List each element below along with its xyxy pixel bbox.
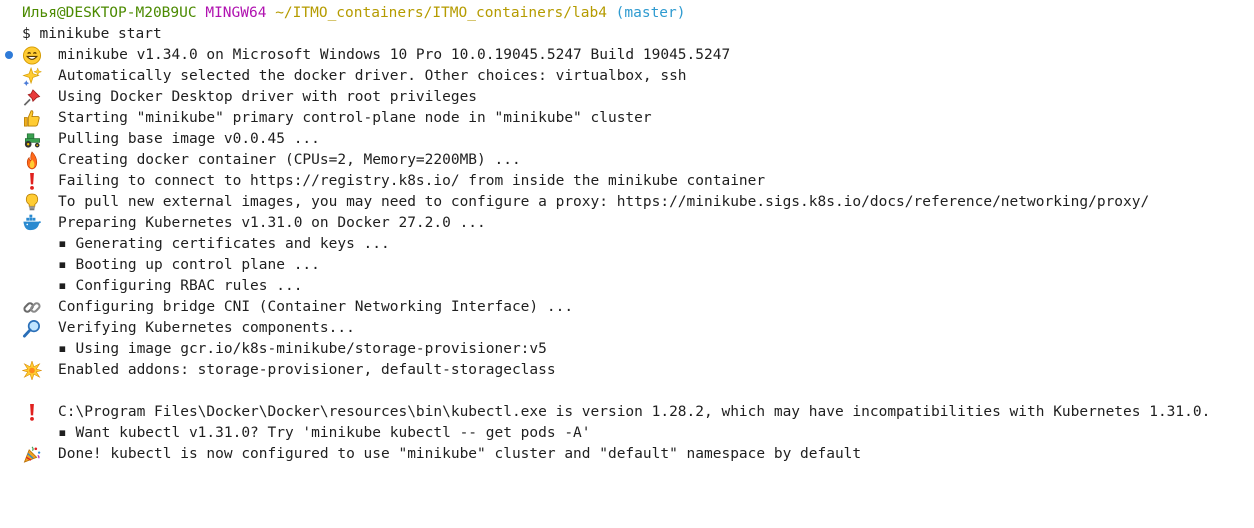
command-input: minikube start: [39, 26, 162, 42]
output-subline: ▪ Booting up control plane ...: [0, 255, 320, 276]
output-text: To pull new external images, you may nee…: [58, 194, 1150, 210]
terminal-window[interactable]: Илья@DESKTOP-M20B9UC MINGW64 ~/ITMO_cont…: [0, 0, 1254, 483]
prompt-path: ~/ITMO_containers/ITMO_containers/lab4: [275, 5, 607, 21]
output-line: Preparing Kubernetes v1.31.0 on Docker 2…: [0, 213, 486, 234]
output-text: Automatically selected the docker driver…: [58, 68, 687, 84]
output-text: Creating docker container (CPUs=2, Memor…: [58, 152, 521, 168]
exclamation-icon: [30, 403, 34, 421]
star-burst-icon: [22, 361, 42, 380]
link-icon: [23, 302, 41, 313]
magnifier-icon: [22, 320, 40, 338]
output-subline: ▪ Configuring RBAC rules ...: [0, 276, 302, 297]
exclamation-icon: [30, 172, 34, 190]
output-line: Enabled addons: storage-provisioner, def…: [0, 360, 556, 381]
output-line: minikube v1.34.0 on Microsoft Windows 10…: [0, 45, 730, 66]
smile-icon: [22, 46, 42, 65]
thumbs-up-icon: [24, 110, 40, 127]
party-icon: [23, 446, 41, 463]
command-line: $ minikube start: [0, 24, 162, 59]
output-text: Pulling base image v0.0.45 ...: [58, 131, 320, 147]
output-line: To pull new external images, you may nee…: [0, 192, 1149, 213]
output-subline: ▪ Using image gcr.io/k8s-minikube/storag…: [0, 339, 547, 360]
output-text: C:\Program Files\Docker\Docker\resources…: [58, 404, 1211, 420]
sparkles-icon: [22, 67, 42, 86]
pushpin-icon: [23, 89, 41, 106]
output-line: Failing to connect to https://registry.k…: [0, 171, 765, 192]
lightbulb-icon: [25, 193, 39, 211]
output-subtext: ▪ Using image gcr.io/k8s-minikube/storag…: [58, 341, 547, 357]
output-line: Creating docker container (CPUs=2, Memor…: [0, 150, 521, 171]
prompt-shell: MINGW64: [205, 5, 267, 21]
output-text: Verifying Kubernetes components...: [58, 320, 355, 336]
tractor-icon: [24, 133, 40, 148]
output-line: Pulling base image v0.0.45 ...: [0, 129, 320, 150]
output-line: Verifying Kubernetes components...: [0, 318, 355, 339]
output-text: Failing to connect to https://registry.k…: [58, 173, 766, 189]
output-text: Enabled addons: storage-provisioner, def…: [58, 362, 556, 378]
output-line: Done! kubectl is now configured to use "…: [0, 444, 861, 465]
prompt-user-host: Илья@DESKTOP-M20B9UC: [22, 5, 197, 21]
output-line: Starting "minikube" primary control-plan…: [0, 108, 652, 129]
output-text: Done! kubectl is now configured to use "…: [58, 446, 862, 462]
output-subtext: ▪ Generating certificates and keys ...: [58, 236, 390, 252]
prompt-line: Илья@DESKTOP-M20B9UC MINGW64 ~/ITMO_cont…: [0, 3, 686, 24]
output-text: Starting "minikube" primary control-plan…: [58, 110, 652, 126]
prompt-branch: (master): [615, 5, 686, 21]
prompt-text: Илья@DESKTOP-M20B9UC MINGW64 ~/ITMO_cont…: [22, 3, 686, 24]
output-text: Preparing Kubernetes v1.31.0 on Docker 2…: [58, 215, 486, 231]
output-text: minikube v1.34.0 on Microsoft Windows 10…: [58, 47, 731, 63]
output-text: Using Docker Desktop driver with root pr…: [58, 89, 478, 105]
fire-icon: [26, 151, 38, 170]
output-subtext: ▪ Want kubectl v1.31.0? Try 'minikube ku…: [58, 425, 591, 441]
output-line: C:\Program Files\Docker\Docker\resources…: [0, 402, 1210, 423]
whale-icon: [23, 214, 42, 231]
prompt-symbol: $: [22, 26, 31, 42]
output-subline: ▪ Generating certificates and keys ...: [0, 234, 390, 255]
output-line: Automatically selected the docker driver…: [0, 66, 687, 87]
output-line: Using Docker Desktop driver with root pr…: [0, 87, 477, 108]
output-line: Configuring bridge CNI (Container Networ…: [0, 297, 573, 318]
output-text: Configuring bridge CNI (Container Networ…: [58, 299, 574, 315]
output-subline: ▪ Want kubectl v1.31.0? Try 'minikube ku…: [0, 423, 591, 444]
command-text: $ minikube start: [22, 24, 162, 45]
output-subtext: ▪ Configuring RBAC rules ...: [58, 278, 303, 294]
output-subtext: ▪ Booting up control plane ...: [58, 257, 320, 273]
